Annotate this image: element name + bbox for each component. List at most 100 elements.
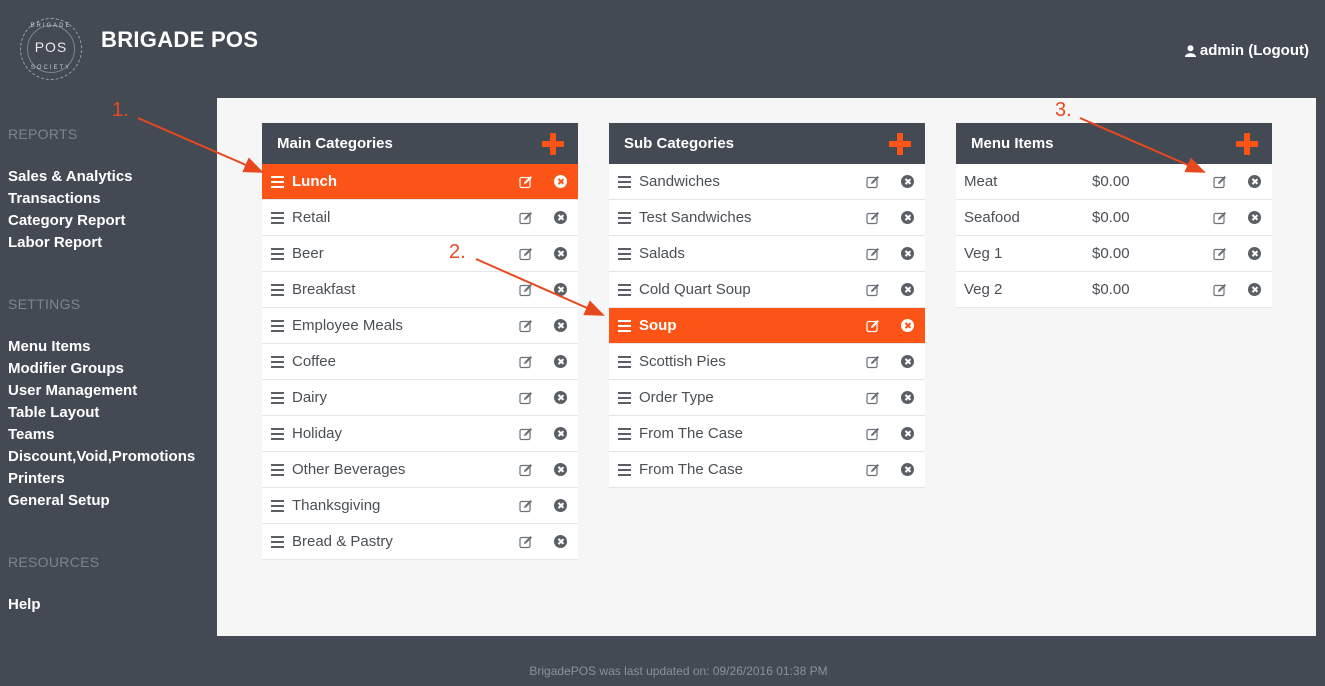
main-category-row[interactable]: Beer (262, 236, 578, 272)
drag-handle-icon[interactable] (271, 427, 284, 440)
edit-icon[interactable] (1213, 175, 1227, 189)
edit-icon[interactable] (866, 355, 880, 369)
edit-icon[interactable] (519, 247, 533, 261)
edit-icon[interactable] (519, 535, 533, 549)
edit-icon[interactable] (866, 211, 880, 225)
sub-category-row[interactable]: Cold Quart Soup (609, 272, 925, 308)
sub-category-row[interactable]: From The Case (609, 452, 925, 488)
delete-icon[interactable] (901, 175, 914, 188)
drag-handle-icon[interactable] (271, 391, 284, 404)
delete-icon[interactable] (554, 427, 567, 440)
edit-icon[interactable] (866, 283, 880, 297)
drag-handle-icon[interactable] (618, 247, 631, 260)
sub-category-row[interactable]: Test Sandwiches (609, 200, 925, 236)
edit-icon[interactable] (866, 175, 880, 189)
drag-handle-icon[interactable] (618, 463, 631, 476)
drag-handle-icon[interactable] (271, 211, 284, 224)
main-category-row[interactable]: Holiday (262, 416, 578, 452)
main-category-row[interactable]: Thanksgiving (262, 488, 578, 524)
delete-icon[interactable] (901, 355, 914, 368)
sub-category-row[interactable]: Order Type (609, 380, 925, 416)
menu-item-row[interactable]: Seafood $0.00 (956, 200, 1272, 236)
drag-handle-icon[interactable] (271, 175, 284, 188)
nav-labor-report[interactable]: Labor Report (8, 234, 102, 251)
drag-handle-icon[interactable] (271, 283, 284, 296)
nav-teams[interactable]: Teams (8, 426, 54, 443)
edit-icon[interactable] (519, 463, 533, 477)
edit-icon[interactable] (519, 175, 533, 189)
delete-icon[interactable] (554, 175, 567, 188)
delete-icon[interactable] (1248, 175, 1261, 188)
menu-item-row[interactable]: Veg 2 $0.00 (956, 272, 1272, 308)
nav-sales-analytics[interactable]: Sales & Analytics (8, 168, 133, 185)
delete-icon[interactable] (554, 355, 567, 368)
nav-modifier-groups[interactable]: Modifier Groups (8, 360, 124, 377)
edit-icon[interactable] (866, 391, 880, 405)
edit-icon[interactable] (1213, 211, 1227, 225)
main-category-row[interactable]: Employee Meals (262, 308, 578, 344)
delete-icon[interactable] (554, 283, 567, 296)
nav-category-report[interactable]: Category Report (8, 212, 126, 229)
delete-icon[interactable] (1248, 283, 1261, 296)
user-logout-link[interactable]: admin (Logout) (1200, 42, 1309, 59)
edit-icon[interactable] (866, 247, 880, 261)
drag-handle-icon[interactable] (618, 175, 631, 188)
drag-handle-icon[interactable] (618, 319, 631, 332)
delete-icon[interactable] (901, 463, 914, 476)
nav-discount-void-promotions[interactable]: Discount,Void,Promotions (8, 448, 195, 465)
delete-icon[interactable] (901, 427, 914, 440)
drag-handle-icon[interactable] (271, 355, 284, 368)
user-menu[interactable]: admin (Logout) (1184, 42, 1309, 59)
delete-icon[interactable] (1248, 211, 1261, 224)
edit-icon[interactable] (519, 283, 533, 297)
nav-transactions[interactable]: Transactions (8, 190, 101, 207)
sub-category-row[interactable]: Soup (609, 308, 925, 344)
nav-user-management[interactable]: User Management (8, 382, 137, 399)
edit-icon[interactable] (519, 427, 533, 441)
edit-icon[interactable] (519, 391, 533, 405)
menu-item-row[interactable]: Meat $0.00 (956, 164, 1272, 200)
drag-handle-icon[interactable] (271, 463, 284, 476)
delete-icon[interactable] (901, 283, 914, 296)
main-category-row[interactable]: Breakfast (262, 272, 578, 308)
edit-icon[interactable] (1213, 247, 1227, 261)
sub-category-row[interactable]: Scottish Pies (609, 344, 925, 380)
edit-icon[interactable] (1213, 283, 1227, 297)
drag-handle-icon[interactable] (271, 319, 284, 332)
edit-icon[interactable] (519, 355, 533, 369)
delete-icon[interactable] (901, 211, 914, 224)
delete-icon[interactable] (554, 211, 567, 224)
edit-icon[interactable] (519, 499, 533, 513)
nav-menu-items[interactable]: Menu Items (8, 338, 91, 355)
menu-item-row[interactable]: Veg 1 $0.00 (956, 236, 1272, 272)
drag-handle-icon[interactable] (618, 283, 631, 296)
add-menu-item-plus-icon[interactable] (1236, 132, 1258, 155)
sub-category-row[interactable]: Salads (609, 236, 925, 272)
drag-handle-icon[interactable] (271, 535, 284, 548)
add-main-category-plus-icon[interactable] (542, 132, 564, 155)
sub-category-row[interactable]: From The Case (609, 416, 925, 452)
sub-category-row[interactable]: Sandwiches (609, 164, 925, 200)
main-category-row[interactable]: Retail (262, 200, 578, 236)
delete-icon[interactable] (554, 391, 567, 404)
drag-handle-icon[interactable] (271, 247, 284, 260)
main-category-row[interactable]: Other Beverages (262, 452, 578, 488)
edit-icon[interactable] (866, 427, 880, 441)
delete-icon[interactable] (554, 463, 567, 476)
delete-icon[interactable] (1248, 247, 1261, 260)
drag-handle-icon[interactable] (618, 427, 631, 440)
delete-icon[interactable] (901, 247, 914, 260)
main-category-row[interactable]: Coffee (262, 344, 578, 380)
delete-icon[interactable] (554, 535, 567, 548)
delete-icon[interactable] (554, 247, 567, 260)
delete-icon[interactable] (554, 499, 567, 512)
main-category-row[interactable]: Dairy (262, 380, 578, 416)
drag-handle-icon[interactable] (618, 355, 631, 368)
nav-general-setup[interactable]: General Setup (8, 492, 110, 509)
delete-icon[interactable] (901, 391, 914, 404)
nav-table-layout[interactable]: Table Layout (8, 404, 99, 421)
edit-icon[interactable] (866, 463, 880, 477)
drag-handle-icon[interactable] (618, 391, 631, 404)
add-sub-category-plus-icon[interactable] (889, 132, 911, 155)
nav-help[interactable]: Help (8, 596, 41, 613)
